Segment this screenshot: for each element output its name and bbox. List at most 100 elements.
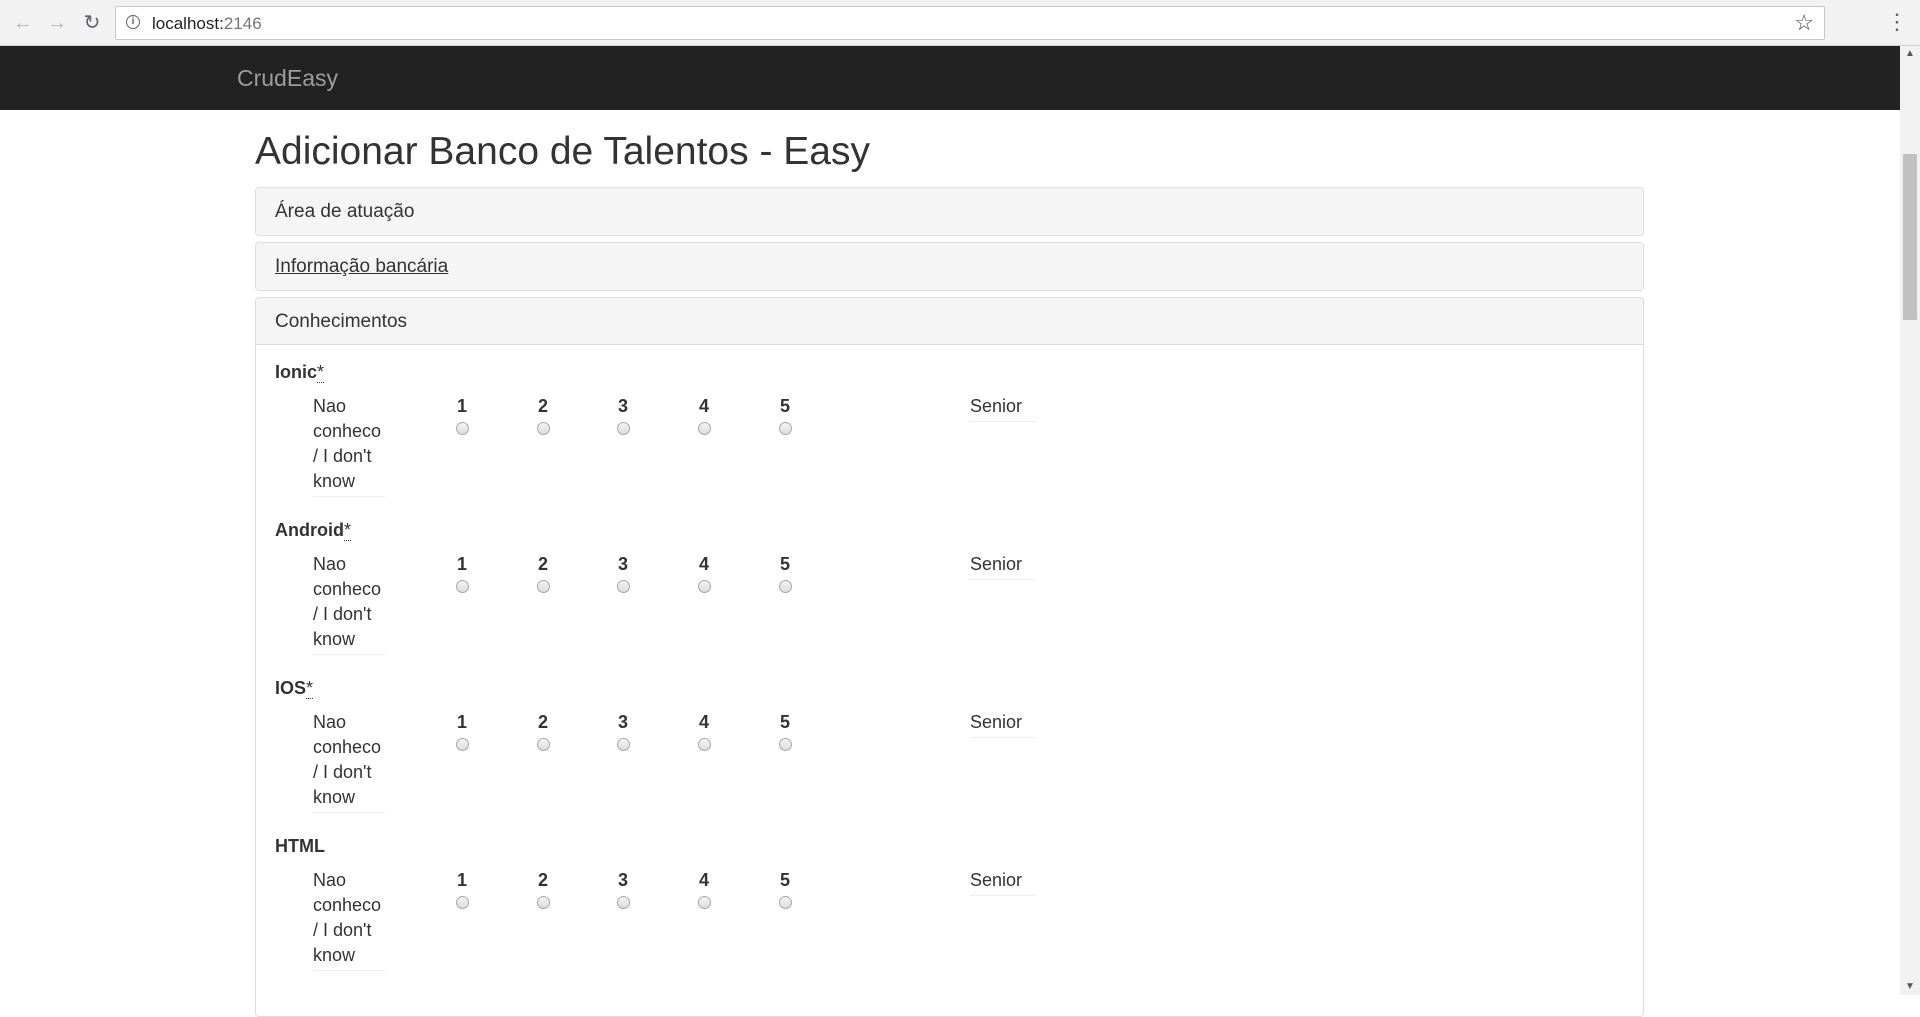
scale-high-label: Senior <box>970 710 1037 738</box>
panel-heading-conhecimentos[interactable]: Conhecimentos <box>256 298 1643 345</box>
rating-option-number: 4 <box>698 870 709 890</box>
rating-radio[interactable] <box>536 738 550 751</box>
scroll-up-icon[interactable]: ▲ <box>1900 46 1920 62</box>
rating-option-number: 3 <box>617 396 628 416</box>
rating-radio[interactable] <box>697 738 711 751</box>
rating-radio[interactable] <box>536 422 550 435</box>
rating-option-number: 3 <box>617 870 628 890</box>
rating-radio[interactable] <box>616 422 630 435</box>
scale-low-label: Nao conheco / I don't know <box>313 710 385 813</box>
scale-high-label: Senior <box>970 394 1037 422</box>
rating-radio[interactable] <box>455 422 469 435</box>
vertical-dots-icon[interactable]: ⋮ <box>1886 8 1908 36</box>
skill-name-text: Ionic <box>275 362 318 382</box>
url-text[interactable]: localhost:2146 <box>152 14 262 34</box>
forward-arrow-icon[interactable]: → <box>44 10 70 36</box>
rating-radio[interactable] <box>697 896 711 909</box>
scroll-down-icon[interactable]: ▼ <box>1900 979 1920 995</box>
scale-low-label: Nao conheco / I don't know <box>313 868 385 971</box>
panel-area-atuacao[interactable]: Área de atuação <box>255 187 1644 236</box>
rating-option[interactable]: 5 <box>770 710 800 751</box>
browser-toolbar: ← → ↻ i localhost:2146 ☆ ⋮ <box>0 0 1920 46</box>
rating-option-number: 1 <box>456 712 467 732</box>
rating-option-number: 5 <box>779 396 790 416</box>
rating-radio[interactable] <box>536 580 550 593</box>
rating-option-number: 5 <box>779 554 790 574</box>
top-navbar: CrudEasy <box>0 46 1900 110</box>
rating-option[interactable]: 5 <box>770 552 800 593</box>
rating-option-number: 1 <box>456 870 467 890</box>
page-scrollbar[interactable]: ▲ ▼ <box>1900 46 1920 995</box>
panel-conhecimentos: Conhecimentos Ionic* Nao conheco / I don'… <box>255 297 1644 1017</box>
skill-name: Android* <box>275 520 352 541</box>
rating-option[interactable]: 1 <box>447 552 477 593</box>
rating-option-number: 5 <box>779 870 790 890</box>
rating-radio[interactable] <box>778 580 792 593</box>
rating-radio[interactable] <box>697 422 711 435</box>
rating-radio[interactable] <box>455 896 469 909</box>
rating-option[interactable]: 1 <box>447 394 477 435</box>
rating-radio[interactable] <box>778 896 792 909</box>
rating-option[interactable]: 5 <box>770 394 800 435</box>
rating-radio[interactable] <box>778 422 792 435</box>
scroll-thumb[interactable] <box>1903 154 1917 320</box>
reload-icon[interactable]: ↻ <box>79 10 105 36</box>
required-marker: * <box>306 678 314 699</box>
rating-radio[interactable] <box>536 896 550 909</box>
rating-option-number: 4 <box>698 396 709 416</box>
rating-option-number: 3 <box>617 554 628 574</box>
rating-option-number: 1 <box>456 396 467 416</box>
required-marker: * <box>317 362 325 383</box>
rating-option-number: 3 <box>617 712 628 732</box>
rating-radio[interactable] <box>455 738 469 751</box>
panel-heading-informacao-bancaria[interactable]: Informação bancária <box>256 243 1643 290</box>
scale-high-label: Senior <box>970 868 1037 896</box>
rating-option-number: 1 <box>456 554 467 574</box>
rating-option-number: 5 <box>779 712 790 732</box>
skill-name-text: Android <box>275 520 344 540</box>
panel-informacao-bancaria[interactable]: Informação bancária <box>255 242 1644 291</box>
rating-option[interactable]: 4 <box>689 710 719 751</box>
rating-option[interactable]: 3 <box>608 552 638 593</box>
rating-option-number: 2 <box>537 396 548 416</box>
rating-option[interactable]: 4 <box>689 868 719 909</box>
info-icon[interactable]: i <box>126 15 140 29</box>
back-arrow-icon[interactable]: ← <box>10 10 36 36</box>
rating-option[interactable]: 5 <box>770 868 800 909</box>
required-marker: * <box>344 520 352 541</box>
rating-option[interactable]: 1 <box>447 710 477 751</box>
rating-option[interactable]: 2 <box>528 552 558 593</box>
rating-option[interactable]: 3 <box>608 394 638 435</box>
page-title: Adicionar Banco de Talentos - Easy <box>255 130 870 173</box>
skill-name-text: IOS <box>275 678 307 698</box>
scale-low-label: Nao conheco / I don't know <box>313 394 385 497</box>
rating-option-number: 2 <box>537 712 548 732</box>
rating-option[interactable]: 3 <box>608 710 638 751</box>
address-bar[interactable]: i localhost:2146 ☆ <box>115 6 1825 40</box>
rating-option[interactable]: 1 <box>447 868 477 909</box>
skill-name: IOS* <box>275 678 314 699</box>
rating-option-number: 4 <box>698 712 709 732</box>
skill-name-text: HTML <box>275 836 325 856</box>
skill-name: HTML <box>275 836 325 857</box>
skill-name: Ionic* <box>275 362 325 383</box>
navbar-brand[interactable]: CrudEasy <box>237 65 338 92</box>
rating-radio[interactable] <box>778 738 792 751</box>
rating-radio[interactable] <box>616 738 630 751</box>
rating-option[interactable]: 3 <box>608 868 638 909</box>
rating-radio[interactable] <box>616 580 630 593</box>
rating-option-number: 4 <box>698 554 709 574</box>
scale-low-label: Nao conheco / I don't know <box>313 552 385 655</box>
star-icon[interactable]: ☆ <box>1794 10 1814 36</box>
panel-heading-link[interactable]: Informação bancária <box>275 256 448 277</box>
rating-option[interactable]: 2 <box>528 394 558 435</box>
rating-option[interactable]: 4 <box>689 394 719 435</box>
rating-radio[interactable] <box>697 580 711 593</box>
rating-radio[interactable] <box>455 580 469 593</box>
rating-radio[interactable] <box>616 896 630 909</box>
scale-high-label: Senior <box>970 552 1037 580</box>
rating-option[interactable]: 2 <box>528 710 558 751</box>
rating-option[interactable]: 4 <box>689 552 719 593</box>
rating-option[interactable]: 2 <box>528 868 558 909</box>
panel-heading-area-atuacao[interactable]: Área de atuação <box>256 188 1643 235</box>
